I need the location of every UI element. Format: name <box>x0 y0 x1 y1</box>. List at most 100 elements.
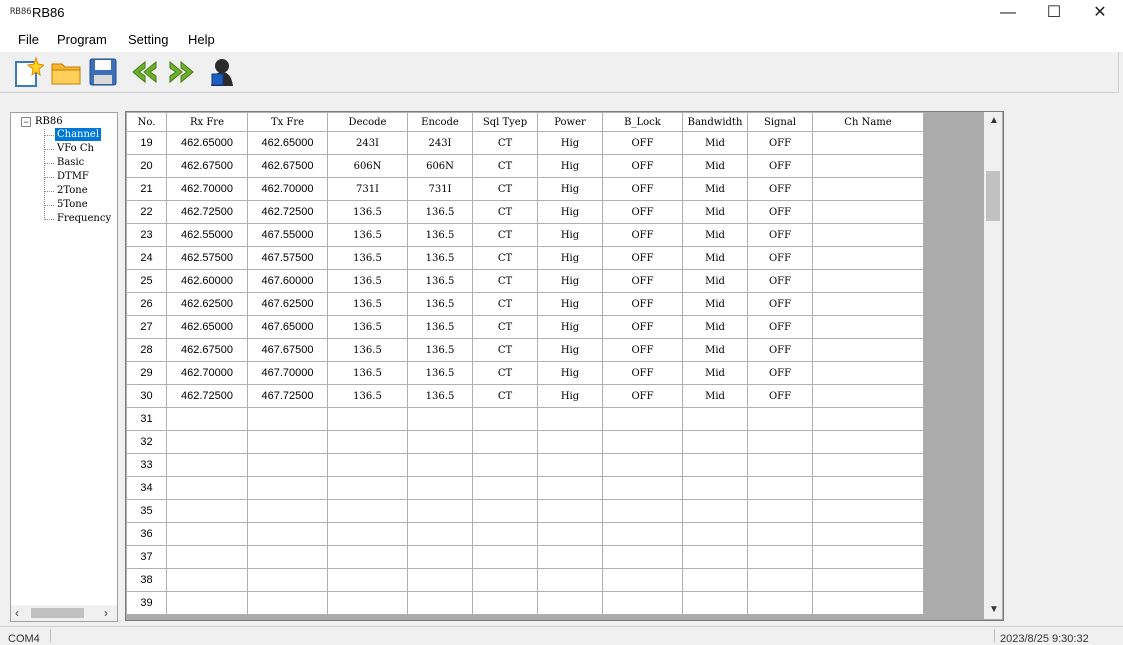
cell-bandwidth[interactable]: Mid <box>682 292 748 316</box>
radio-programmer-button[interactable] <box>205 56 237 88</box>
cell-encode[interactable]: 606N <box>407 154 473 178</box>
cell-encode[interactable]: 136.5 <box>407 246 473 270</box>
cell-bandwidth[interactable] <box>682 591 748 615</box>
cell-b-lock[interactable]: OFF <box>602 315 683 339</box>
cell-b-lock[interactable]: OFF <box>602 223 683 247</box>
column-header[interactable]: Encode <box>407 112 473 132</box>
cell-b-lock[interactable]: OFF <box>602 269 683 293</box>
cell-decode[interactable] <box>327 407 408 431</box>
cell-ch-name[interactable] <box>812 292 924 316</box>
cell-rx-fre[interactable]: 462.70000 <box>166 177 248 201</box>
cell-b-lock[interactable] <box>602 545 683 569</box>
cell-tx-fre[interactable]: 467.65000 <box>247 315 328 339</box>
column-header[interactable]: Signal <box>747 112 813 132</box>
cell-tx-fre[interactable]: 467.60000 <box>247 269 328 293</box>
cell-encode[interactable] <box>407 453 473 477</box>
cell-sql-type[interactable] <box>472 407 538 431</box>
cell-ch-name[interactable] <box>812 154 924 178</box>
cell-decode[interactable]: 136.5 <box>327 246 408 270</box>
cell-decode[interactable]: 136.5 <box>327 361 408 385</box>
column-header[interactable]: Power <box>537 112 603 132</box>
cell-b-lock[interactable]: OFF <box>602 292 683 316</box>
cell-encode[interactable] <box>407 407 473 431</box>
cell-encode[interactable] <box>407 591 473 615</box>
cell-no[interactable]: 19 <box>126 131 167 155</box>
cell-ch-name[interactable] <box>812 177 924 201</box>
cell-rx-fre[interactable]: 462.55000 <box>166 223 248 247</box>
cell-rx-fre[interactable] <box>166 499 248 523</box>
cell-bandwidth[interactable] <box>682 499 748 523</box>
cell-sql-type[interactable]: CT <box>472 246 538 270</box>
cell-tx-fre[interactable]: 462.72500 <box>247 200 328 224</box>
cell-rx-fre[interactable]: 462.67500 <box>166 154 248 178</box>
cell-signal[interactable]: OFF <box>747 361 813 385</box>
cell-power[interactable]: Hig <box>537 177 603 201</box>
new-file-button[interactable] <box>12 56 46 88</box>
cell-bandwidth[interactable]: Mid <box>682 338 748 362</box>
column-header[interactable]: B_Lock <box>602 112 683 132</box>
cell-encode[interactable]: 136.5 <box>407 315 473 339</box>
cell-signal[interactable] <box>747 568 813 592</box>
cell-signal[interactable]: OFF <box>747 131 813 155</box>
cell-tx-fre[interactable]: 467.62500 <box>247 292 328 316</box>
cell-signal[interactable] <box>747 407 813 431</box>
cell-no[interactable]: 28 <box>126 338 167 362</box>
cell-b-lock[interactable]: OFF <box>602 246 683 270</box>
table-row[interactable]: 21 462.70000 462.70000 731I 731I CT Hig OFF Mid O… <box>126 177 924 201</box>
cell-power[interactable] <box>537 499 603 523</box>
cell-decode[interactable] <box>327 591 408 615</box>
cell-sql-type[interactable]: CT <box>472 200 538 224</box>
cell-no[interactable]: 29 <box>126 361 167 385</box>
scroll-down-icon[interactable]: ▼ <box>989 604 999 615</box>
close-button[interactable]: ✕ <box>1077 0 1123 28</box>
cell-tx-fre[interactable]: 467.70000 <box>247 361 328 385</box>
cell-bandwidth[interactable] <box>682 430 748 454</box>
cell-tx-fre[interactable] <box>247 407 328 431</box>
cell-encode[interactable]: 731I <box>407 177 473 201</box>
cell-power[interactable] <box>537 545 603 569</box>
cell-encode[interactable]: 136.5 <box>407 269 473 293</box>
cell-signal[interactable]: OFF <box>747 246 813 270</box>
cell-sql-type[interactable]: CT <box>472 361 538 385</box>
cell-bandwidth[interactable] <box>682 407 748 431</box>
cell-ch-name[interactable] <box>812 407 924 431</box>
table-row[interactable]: 39 <box>126 591 924 615</box>
cell-bandwidth[interactable] <box>682 545 748 569</box>
cell-sql-type[interactable]: CT <box>472 131 538 155</box>
cell-rx-fre[interactable]: 462.57500 <box>166 246 248 270</box>
column-header[interactable]: Tx Fre <box>247 112 328 132</box>
cell-sql-type[interactable]: CT <box>472 338 538 362</box>
previous-button[interactable] <box>129 56 161 88</box>
cell-signal[interactable]: OFF <box>747 223 813 247</box>
cell-no[interactable]: 27 <box>126 315 167 339</box>
cell-sql-type[interactable]: CT <box>472 384 538 408</box>
cell-no[interactable]: 31 <box>126 407 167 431</box>
cell-encode[interactable]: 136.5 <box>407 223 473 247</box>
cell-signal[interactable] <box>747 453 813 477</box>
scroll-thumb[interactable] <box>31 608 84 618</box>
cell-bandwidth[interactable]: Mid <box>682 361 748 385</box>
table-row[interactable]: 31 <box>126 407 924 431</box>
cell-decode[interactable] <box>327 453 408 477</box>
cell-power[interactable]: Hig <box>537 246 603 270</box>
cell-bandwidth[interactable]: Mid <box>682 131 748 155</box>
cell-bandwidth[interactable]: Mid <box>682 246 748 270</box>
cell-encode[interactable]: 136.5 <box>407 338 473 362</box>
cell-decode[interactable]: 136.5 <box>327 315 408 339</box>
cell-encode[interactable] <box>407 568 473 592</box>
cell-rx-fre[interactable] <box>166 453 248 477</box>
cell-decode[interactable]: 136.5 <box>327 292 408 316</box>
cell-tx-fre[interactable]: 467.55000 <box>247 223 328 247</box>
cell-sql-type[interactable] <box>472 568 538 592</box>
cell-bandwidth[interactable]: Mid <box>682 384 748 408</box>
cell-decode[interactable]: 606N <box>327 154 408 178</box>
cell-sql-type[interactable]: CT <box>472 177 538 201</box>
cell-b-lock[interactable] <box>602 591 683 615</box>
cell-no[interactable]: 22 <box>126 200 167 224</box>
cell-decode[interactable]: 243I <box>327 131 408 155</box>
cell-no[interactable]: 24 <box>126 246 167 270</box>
cell-sql-type[interactable] <box>472 453 538 477</box>
cell-no[interactable]: 21 <box>126 177 167 201</box>
cell-sql-type[interactable] <box>472 591 538 615</box>
cell-decode[interactable] <box>327 522 408 546</box>
